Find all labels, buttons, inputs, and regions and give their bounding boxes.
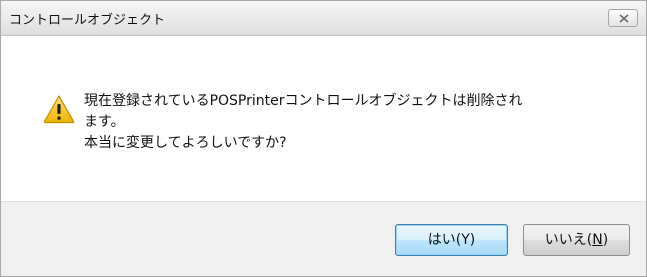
close-icon bbox=[619, 14, 629, 23]
yes-button[interactable]: はい(Y) bbox=[395, 224, 508, 256]
message-line-3: 本当に変更してよろしいですか? bbox=[84, 135, 287, 151]
no-button-suffix: ) bbox=[602, 232, 609, 248]
message-line-1: 現在登録されているPOSPrinterコントロールオブジェクトは削除され bbox=[84, 93, 523, 109]
title-bar: コントロールオブジェクト bbox=[1, 1, 646, 36]
button-bar: はい(Y) いいえ(N) bbox=[1, 201, 646, 276]
warning-icon bbox=[43, 95, 75, 124]
dialog-content: 現在登録されているPOSPrinterコントロールオブジェクトは削除され ます。… bbox=[1, 36, 646, 201]
message-line-2: ます。 bbox=[84, 114, 125, 130]
message-text: 現在登録されているPOSPrinterコントロールオブジェクトは削除され ます。… bbox=[84, 91, 624, 154]
no-button-prefix: いいえ( bbox=[544, 232, 593, 248]
confirm-dialog: コントロールオブジェクト 現在登録されているPOSPrinterコントロールオブ… bbox=[0, 0, 647, 277]
window-title: コントロールオブジェクト bbox=[9, 13, 166, 28]
no-button-mnemonic: N bbox=[592, 232, 603, 248]
close-button[interactable] bbox=[608, 9, 638, 27]
no-button[interactable]: いいえ(N) bbox=[523, 224, 630, 256]
